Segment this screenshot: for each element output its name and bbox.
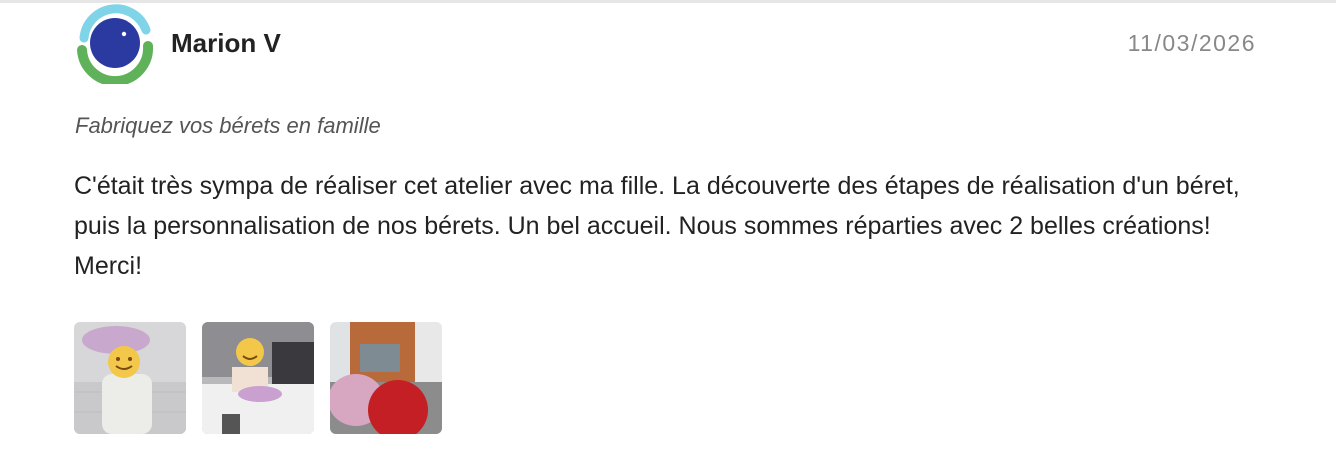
- photo-thumbnail-2[interactable]: [202, 322, 314, 434]
- top-divider: [0, 0, 1336, 3]
- product-title: Fabriquez vos bérets en famille: [75, 113, 381, 138]
- author-name: Marion V: [171, 28, 281, 58]
- logo-avatar-icon: [77, 4, 154, 86]
- photo-thumbnail-1[interactable]: [74, 322, 186, 434]
- photo-gallery: [74, 322, 442, 434]
- review-date: 11/03/2026: [1127, 30, 1256, 56]
- photo-thumbnail-3[interactable]: [330, 322, 442, 434]
- review-text: C'était très sympa de réaliser cet ateli…: [74, 172, 1240, 280]
- avatar: [74, 4, 154, 86]
